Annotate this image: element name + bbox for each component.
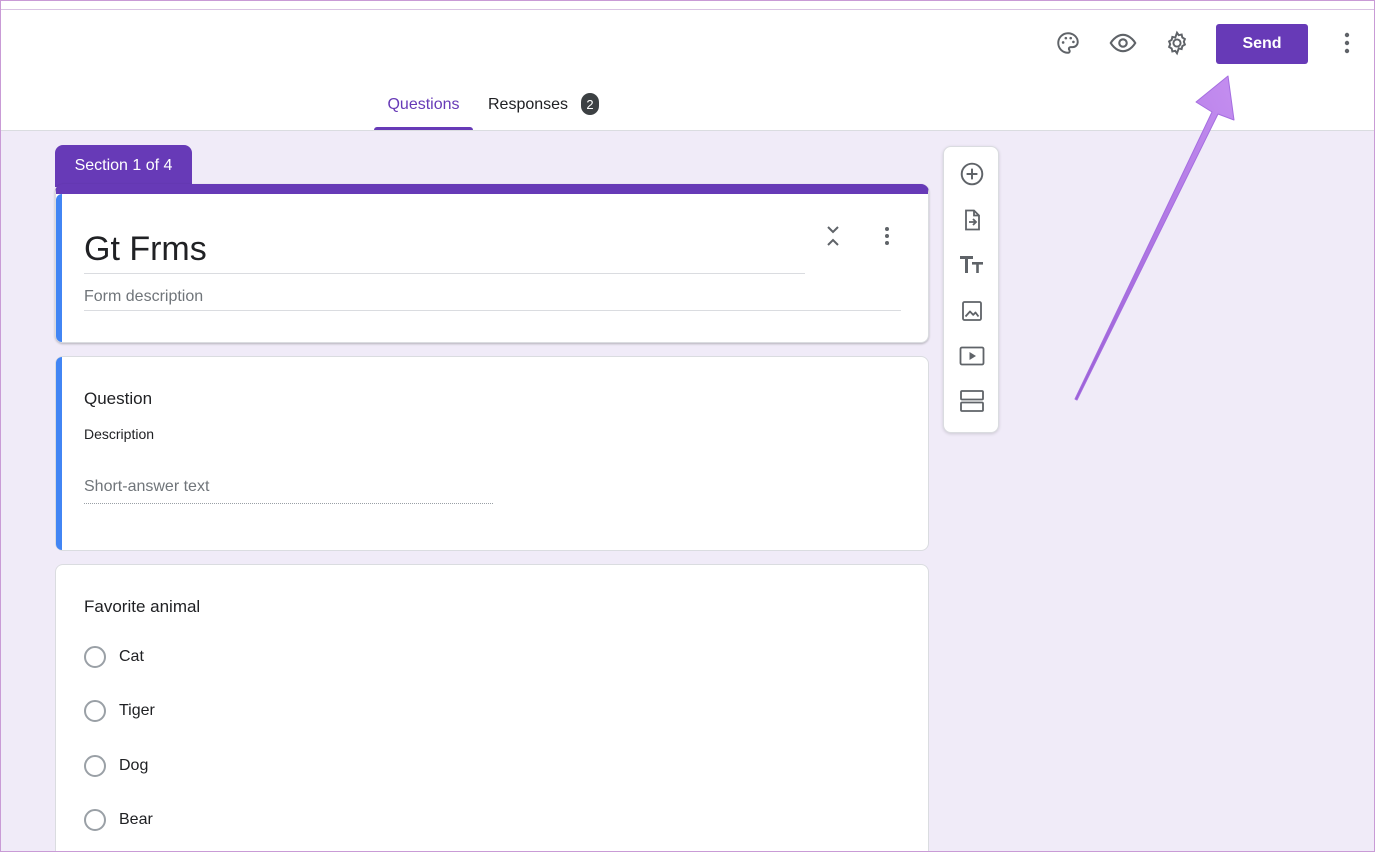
form-title[interactable]: Gt Frms — [84, 230, 207, 269]
import-questions-icon[interactable] — [958, 206, 986, 234]
form-description-field[interactable]: Form description — [84, 288, 203, 306]
radio-button[interactable] — [84, 755, 106, 777]
radio-button[interactable] — [84, 809, 106, 831]
section-label: Section 1 of 4 — [55, 145, 192, 187]
title-underline — [84, 273, 805, 274]
radio-button[interactable] — [84, 700, 106, 722]
option-label: Dog — [119, 757, 149, 774]
header-divider — [0, 9, 1375, 10]
question-card-2[interactable]: Favorite animal Cat Tiger Dog Bear — [55, 564, 929, 852]
description-underline — [84, 310, 901, 311]
radio-option[interactable]: Bear — [84, 808, 153, 832]
palette-icon[interactable] — [1051, 26, 1085, 60]
active-tab-indicator — [374, 127, 473, 130]
tab-responses-label: Responses — [488, 96, 569, 113]
active-card-indicator — [56, 194, 62, 342]
send-button[interactable]: Send — [1216, 24, 1308, 64]
section-more-icon[interactable] — [875, 224, 899, 248]
option-label: Tiger — [119, 702, 155, 719]
option-label: Bear — [119, 811, 153, 828]
top-header: Send Questions Responses 2 — [0, 0, 1375, 131]
active-question-indicator — [56, 357, 62, 550]
collapse-section-icon[interactable] — [821, 224, 845, 248]
question-description: Description — [84, 426, 155, 442]
add-video-icon[interactable] — [958, 342, 986, 370]
radio-option[interactable]: Dog — [84, 754, 148, 778]
add-section-icon[interactable] — [958, 387, 986, 415]
gear-icon[interactable] — [1160, 26, 1194, 60]
question-title: Favorite animal — [84, 597, 201, 616]
tab-questions[interactable]: Questions — [374, 96, 473, 130]
responses-count-badge: 2 — [581, 93, 600, 115]
tab-questions-label: Questions — [387, 96, 460, 113]
eye-icon[interactable] — [1106, 26, 1140, 60]
question-card-1[interactable]: Question Description Short-answer text — [55, 356, 929, 551]
form-title-card[interactable]: Gt Frms Form description — [55, 184, 929, 343]
floating-toolbar — [943, 146, 999, 433]
short-answer-underline — [84, 503, 493, 504]
radio-option[interactable]: Cat — [84, 645, 144, 669]
radio-button[interactable] — [84, 646, 106, 668]
radio-option[interactable]: Tiger — [84, 699, 155, 723]
add-title-icon[interactable] — [958, 251, 986, 279]
option-label: Cat — [119, 648, 144, 665]
more-vertical-icon[interactable] — [1330, 26, 1364, 60]
short-answer-field: Short-answer text — [84, 478, 210, 495]
question-title: Question — [84, 389, 153, 408]
add-image-icon[interactable] — [958, 297, 986, 325]
add-question-icon[interactable] — [958, 160, 986, 188]
tab-responses[interactable]: Responses 2 — [486, 93, 604, 130]
